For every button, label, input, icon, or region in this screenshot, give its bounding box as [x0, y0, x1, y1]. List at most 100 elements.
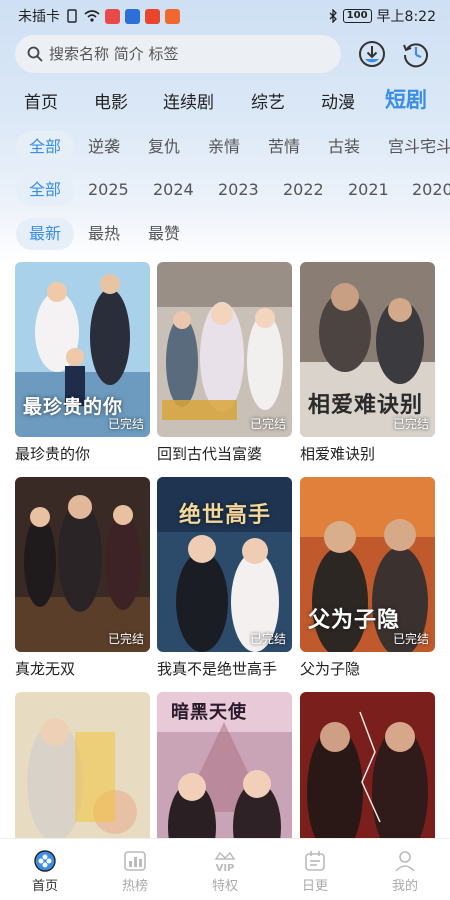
- history-clock-icon: [403, 43, 428, 68]
- calendar-icon: [305, 851, 325, 871]
- poster[interactable]: 暗黑天使: [157, 692, 292, 838]
- tab-home[interactable]: 首页: [24, 88, 58, 113]
- drama-title: 真龙无双: [15, 660, 76, 678]
- poster[interactable]: [15, 692, 150, 838]
- bottom-nav-label: 热榜: [121, 879, 148, 894]
- app-notification-icon: [145, 8, 160, 24]
- app-notification-icon: [105, 8, 120, 24]
- genre-chip[interactable]: 古装: [328, 131, 360, 163]
- history-button[interactable]: [399, 37, 433, 71]
- drama-card[interactable]: [300, 692, 435, 838]
- poster-image: [157, 262, 292, 437]
- year-filter-row: 全部 2025 2024 2023 2022 2021 2020: [0, 174, 450, 206]
- year-chip[interactable]: 2020: [412, 174, 450, 206]
- bottom-nav-hot-list[interactable]: 热榜: [90, 839, 180, 900]
- status-badge: 已完结: [249, 632, 286, 646]
- drama-card[interactable]: 暗黑天使: [157, 692, 292, 838]
- status-badge: 已完结: [249, 417, 286, 431]
- genre-filter-row: 全部 逆袭 复仇 亲情 苦情 古装 宫斗宅斗: [0, 131, 450, 163]
- download-button[interactable]: [355, 37, 389, 71]
- status-badge: 已完结: [392, 417, 429, 431]
- tab-series[interactable]: 连续剧: [163, 88, 214, 113]
- bottom-nav-daily[interactable]: 日更: [270, 839, 360, 900]
- search-icon: [27, 46, 43, 62]
- sort-chip-latest[interactable]: 最新: [16, 218, 75, 250]
- drama-card[interactable]: 父为子隐 已完结 父为子隐: [300, 477, 435, 679]
- poster-image: [300, 692, 435, 838]
- bottom-nav-label: 日更: [301, 879, 328, 894]
- drama-grid: 最珍贵的你 已完结 最珍贵的你 已完结 回到古代当富婆 相爱难诀别 已完结 相爱…: [0, 262, 450, 838]
- bottom-nav-label: 首页: [31, 879, 58, 894]
- sort-filter-row: 最新 最热 最赞: [0, 218, 450, 250]
- search-box[interactable]: [15, 35, 341, 73]
- chart-icon: [124, 851, 146, 871]
- home-icon: [34, 850, 56, 872]
- poster-image: [15, 692, 150, 838]
- year-chip[interactable]: 2025: [88, 174, 129, 206]
- bottom-nav-label: 特权: [211, 879, 238, 894]
- poster[interactable]: 已完结: [157, 262, 292, 437]
- category-tabs: 首页 电影 连续剧 综艺 动漫 短剧: [0, 80, 450, 116]
- user-icon: [395, 851, 415, 872]
- status-badge: 已完结: [392, 632, 429, 646]
- tab-variety[interactable]: 综艺: [251, 88, 285, 113]
- bottom-nav-vip[interactable]: VIP 特权: [180, 839, 270, 900]
- poster-title: 绝世高手: [179, 502, 272, 528]
- tab-short-drama[interactable]: 短剧: [385, 84, 427, 114]
- search-row: [0, 35, 450, 73]
- poster[interactable]: 最珍贵的你 已完结: [15, 262, 150, 437]
- genre-chip[interactable]: 复仇: [148, 131, 180, 163]
- sort-chip-hottest[interactable]: 最热: [88, 218, 120, 250]
- drama-card[interactable]: 相爱难诀别 已完结 相爱难诀别: [300, 262, 435, 464]
- year-chip[interactable]: 2021: [348, 174, 389, 206]
- app-notification-icon: [165, 8, 180, 24]
- status-bar: 未插卡 100 早上8:22: [0, 0, 450, 32]
- genre-chip[interactable]: 逆袭: [88, 131, 120, 163]
- year-chip[interactable]: 2022: [283, 174, 324, 206]
- poster-image: [15, 477, 150, 652]
- poster[interactable]: 已完结: [15, 477, 150, 652]
- drama-card[interactable]: 最珍贵的你 已完结 最珍贵的你: [15, 262, 150, 464]
- wifi-icon: [84, 10, 100, 22]
- drama-title: 相爱难诀别: [300, 445, 376, 463]
- status-badge: 已完结: [107, 417, 144, 431]
- clock-text: 早上8:22: [376, 9, 436, 25]
- drama-title: 我真不是绝世高手: [157, 660, 278, 678]
- poster[interactable]: 绝世高手 已完结: [157, 477, 292, 652]
- drama-title: 父为子隐: [300, 660, 361, 678]
- status-badge: 已完结: [107, 632, 144, 646]
- poster[interactable]: [300, 692, 435, 838]
- poster[interactable]: 相爱难诀别 已完结: [300, 262, 435, 437]
- drama-card[interactable]: 已完结 回到古代当富婆: [157, 262, 292, 464]
- year-chip-all[interactable]: 全部: [16, 174, 75, 206]
- bottom-nav-label: 我的: [391, 879, 418, 894]
- vip-crown-icon: VIP: [214, 851, 236, 873]
- drama-card[interactable]: 绝世高手 已完结 我真不是绝世高手: [157, 477, 292, 679]
- poster-title: 暗黑天使: [171, 702, 247, 723]
- drama-title: 回到古代当富婆: [157, 445, 263, 463]
- drama-card[interactable]: [15, 692, 150, 838]
- genre-chip[interactable]: 宫斗宅斗: [388, 131, 450, 163]
- bottom-navigation: 首页 热榜 VIP 特权 日更 我的: [0, 838, 450, 900]
- year-chip[interactable]: 2024: [153, 174, 194, 206]
- bottom-nav-profile[interactable]: 我的: [360, 839, 450, 900]
- genre-chip[interactable]: 亲情: [208, 131, 240, 163]
- search-input[interactable]: [49, 45, 319, 63]
- no-sim-icon: [67, 9, 77, 23]
- genre-chip-all[interactable]: 全部: [16, 131, 75, 163]
- svg-text:VIP: VIP: [216, 863, 235, 873]
- drama-card[interactable]: 已完结 真龙无双: [15, 477, 150, 679]
- drama-title: 最珍贵的你: [15, 445, 91, 463]
- bluetooth-icon: [329, 9, 337, 23]
- year-chip[interactable]: 2023: [218, 174, 259, 206]
- carrier-text: 未插卡: [18, 9, 60, 25]
- bottom-nav-home[interactable]: 首页: [0, 839, 90, 900]
- download-icon: [359, 41, 385, 67]
- app-notification-icon: [125, 8, 140, 24]
- tab-movies[interactable]: 电影: [94, 88, 128, 113]
- sort-chip-most-liked[interactable]: 最赞: [148, 218, 180, 250]
- genre-chip[interactable]: 苦情: [268, 131, 300, 163]
- tab-anime[interactable]: 动漫: [321, 88, 355, 113]
- poster-title: 父为子隐: [308, 607, 401, 633]
- poster[interactable]: 父为子隐 已完结: [300, 477, 435, 652]
